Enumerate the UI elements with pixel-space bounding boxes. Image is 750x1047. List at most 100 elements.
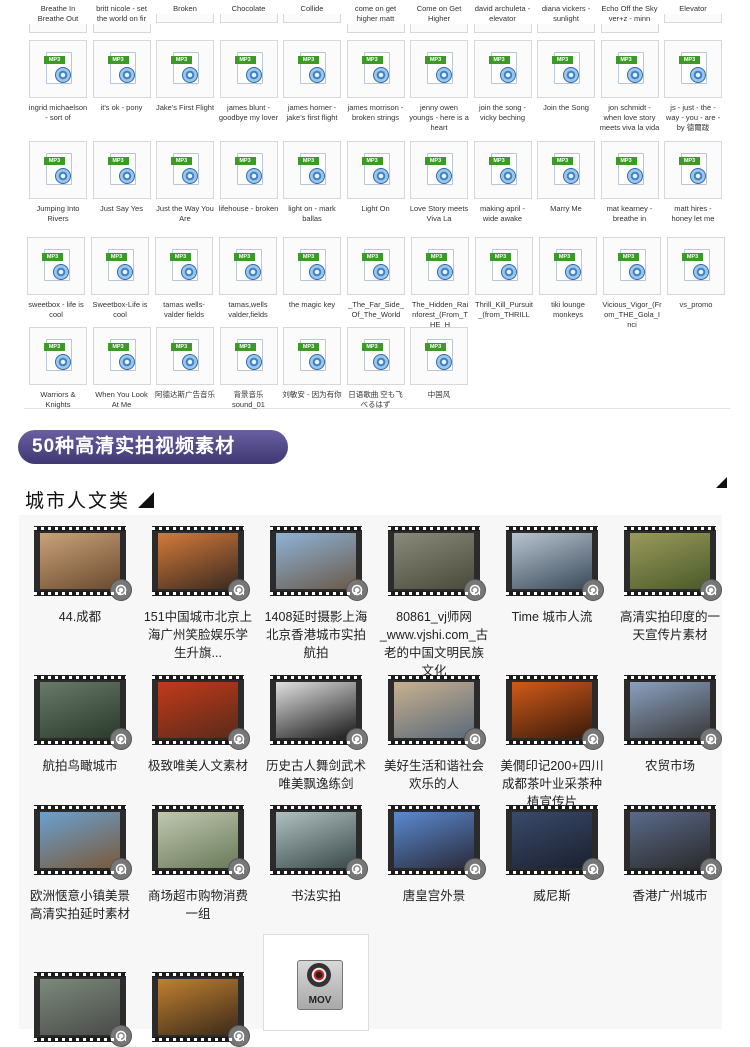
mp3-file-tile[interactable]: Collide: [282, 0, 342, 23]
mp3-thumbnail: MP3: [27, 237, 85, 295]
mp3-file-tile[interactable]: MP3 ingrid michaelson - sort of: [28, 40, 88, 123]
video-file-name: 极致唯美人文素材: [147, 759, 248, 773]
mp3-file-tile[interactable]: MP3 light on - mark ballas: [282, 141, 342, 224]
video-file-name: 香港广州城市: [632, 889, 708, 903]
mp3-file-tile[interactable]: MP3 Jake's First Flight: [155, 40, 215, 113]
mp3-thumbnail: MP3: [667, 237, 725, 295]
video-preview-image: [158, 533, 238, 589]
mp3-file-tile[interactable]: MP3 mat kearney - breathe in: [600, 141, 660, 224]
mp3-file-tile[interactable]: MP3 Sweetbox-Life is cool: [90, 237, 150, 320]
mp3-file-tile[interactable]: MP3 tiki lounge monkeys: [538, 237, 598, 320]
mp3-file-tile[interactable]: diana vickers - sunlight: [536, 0, 596, 33]
video-file-tile[interactable]: 151中国城市北京上海广州笑脸娱乐学生升旗...: [142, 526, 254, 662]
mp3-file-tile[interactable]: Come on Get Higher: [409, 0, 469, 33]
disc-icon: [118, 168, 135, 184]
video-thumbnail: [34, 972, 132, 1047]
video-file-tile[interactable]: 1408延时摄影上海北京香港城市实拍航拍: [260, 526, 372, 662]
video-file-name: 151中国城市北京上海广州笑脸娱乐学生升旗...: [143, 610, 253, 660]
mp3-file-tile[interactable]: MP3 日语歌曲 空も飞べるはず: [346, 327, 406, 410]
mp3-file-tile[interactable]: MP3 Vicious_Vigor_(From_THE_Gola_Inci: [602, 237, 662, 330]
mp3-file-name: the magic key: [288, 300, 336, 309]
mp3-file-tile[interactable]: MP3 Join the Song: [536, 40, 596, 113]
category-title: 城市人文类: [25, 486, 155, 513]
video-thumbnail: [506, 675, 604, 750]
mp3-file-tile[interactable]: MP3 阿德达斯广告音乐: [155, 327, 215, 400]
mp3-file-tile[interactable]: Elevator: [663, 0, 723, 23]
mp3-file-tile[interactable]: MP3 _The_Far_Side_Of_The_World: [346, 237, 406, 320]
video-file-name: 商场超市购物消费一组: [147, 889, 248, 921]
mp3-thumbnail: MP3: [410, 40, 468, 98]
mp3-file-tile[interactable]: MP3 Love Story meets Viva La: [409, 141, 469, 224]
mp3-file-tile[interactable]: MP3 matt hires - honey let me: [663, 141, 723, 224]
mp3-file-tile[interactable]: Echo Off the Sky ver+z - minn: [600, 0, 660, 33]
mp3-file-tile[interactable]: come on get higher matt: [346, 0, 406, 33]
video-file-tile[interactable]: 美僩印记200+四川成都茶叶业采茶种植宣传片: [496, 675, 608, 811]
mp3-file-tile[interactable]: MP3 Light On: [346, 141, 406, 214]
mp3-thumbnail: MP3: [283, 141, 341, 199]
mp3-file-tile[interactable]: MP3 the magic key: [282, 237, 342, 310]
mp3-file-tile[interactable]: MP3 join the song - vicky beching: [473, 40, 533, 123]
mp3-file-name: 刘敏安 - 因为有你: [282, 390, 342, 399]
video-file-tile[interactable]: 高清实拍印度的一天宣传片素材: [614, 526, 726, 644]
video-file-tile[interactable]: 威尼斯: [496, 805, 608, 905]
mp3-file-tile[interactable]: britt nicole - set the world on fir: [92, 0, 152, 33]
video-file-tile[interactable]: 欧洲惬意小镇美景高清实拍延时素材: [24, 805, 136, 923]
mp3-file-tile[interactable]: Broken: [155, 0, 215, 23]
video-file-tile[interactable]: 农贸市场: [614, 675, 726, 775]
video-file-tile[interactable]: 航拍鸟瞰城市: [24, 675, 136, 775]
video-file-tile[interactable]: 44.成都: [24, 526, 136, 626]
mp3-file-tile[interactable]: MP3 When You Look At Me: [92, 327, 152, 410]
mp3-file-tile[interactable]: MP3 james blunt - goodbye my lover: [219, 40, 279, 123]
mp3-file-tile[interactable]: MP3 jenny owen youngs - here is a heart: [409, 40, 469, 133]
mp3-file-tile[interactable]: MP3 js - just - the - way - you - are - b…: [663, 40, 723, 133]
video-file-tile[interactable]: 香港广州城市: [614, 805, 726, 905]
mp3-file-tile[interactable]: MP3 Just Say Yes: [92, 141, 152, 214]
mp3-file-tile[interactable]: MP3 sweetbox - life is cool: [26, 237, 86, 320]
mp3-file-tile[interactable]: MP3 lifehouse - broken: [219, 141, 279, 214]
mp3-file-tile[interactable]: MP3 中国风: [409, 327, 469, 400]
video-file-tile[interactable]: 历史古人舞剑武术唯美飘逸练剑: [260, 675, 372, 793]
mp3-thumbnail: MP3: [29, 327, 87, 385]
mp3-file-tile[interactable]: MP3 The_Hidden_Rainforest_(From_THE_H: [410, 237, 470, 330]
video-preview-image: [158, 812, 238, 868]
video-file-tile[interactable]: Time 城市人流: [496, 526, 608, 626]
mp3-file-name: tamas wells-valder fields: [163, 300, 205, 319]
mp3-file-tile[interactable]: Breathe In Breathe Out: [28, 0, 88, 33]
video-file-tile[interactable]: 唐皇宫外景: [378, 805, 490, 905]
mp3-file-tile[interactable]: MP3 Marry Me: [536, 141, 596, 214]
video-thumbnail: [270, 526, 368, 601]
mp3-file-name: mat kearney - breathe in: [606, 204, 653, 223]
mp3-file-tile[interactable]: david archuleta - elevator: [473, 0, 533, 33]
mp3-file-tile[interactable]: MP3 jon schmidt - when love story meets v…: [600, 40, 660, 133]
disc-icon: [118, 67, 135, 83]
mp3-file-tile[interactable]: MP3 刘敏安 - 因为有你: [282, 327, 342, 400]
mp3-file-tile[interactable]: MP3 Thrill_Kill_Pursuit_(from_THRILL: [474, 237, 534, 320]
mp3-file-tile[interactable]: Chocolate: [219, 0, 279, 23]
mp3-thumbnail: MP3: [92, 327, 151, 385]
video-preview-image: [40, 812, 120, 868]
video-file-tile[interactable]: 极致唯美人文素材: [142, 675, 254, 775]
mp3-file-tile[interactable]: MP3 tamas wells-valder fields: [154, 237, 214, 320]
mp3-thumbnail: MP3: [473, 141, 532, 199]
mp3-file-name: Warriors & Knights: [40, 390, 76, 409]
mov-file-tile[interactable]: MOV: [263, 934, 369, 1031]
mp3-file-tile[interactable]: MP3 james horner - jake's first flight: [282, 40, 342, 123]
mp3-file-tile[interactable]: MP3 james morrison - broken strings: [346, 40, 406, 123]
mp3-file-tile[interactable]: MP3 Just the Way You Are: [155, 141, 215, 224]
video-file-tile[interactable]: [24, 972, 136, 1047]
video-file-tile[interactable]: 书法实拍: [260, 805, 372, 905]
mp3-file-tile[interactable]: MP3 it's ok - pony: [92, 40, 152, 113]
mp3-file-tile[interactable]: MP3 vs_promo: [666, 237, 726, 310]
video-file-tile[interactable]: 80861_vj师网_www.vjshi.com_古老的中国文明民族文化: [378, 526, 490, 680]
video-file-tile[interactable]: 美好生活和谐社会欢乐的人: [378, 675, 490, 793]
mp3-file-name: david archuleta - elevator: [474, 4, 531, 23]
mp3-file-tile[interactable]: MP3 making april - wide awake: [473, 141, 533, 224]
mp3-file-name: Vicious_Vigor_(From_THE_Gola_Inci: [602, 300, 662, 329]
mp3-file-tile[interactable]: MP3 背景音乐 sound_01: [219, 327, 279, 410]
video-file-tile[interactable]: 商场超市购物消费一组: [142, 805, 254, 923]
mp3-file-tile[interactable]: MP3 Jumping Into Rivers: [28, 141, 88, 224]
mp3-file-tile[interactable]: MP3 tamas,wells valder,fields: [218, 237, 278, 320]
video-file-tile[interactable]: [142, 972, 254, 1047]
mov-file-icon: MOV: [297, 960, 343, 1010]
mp3-file-tile[interactable]: MP3 Warriors & Knights: [28, 327, 88, 410]
